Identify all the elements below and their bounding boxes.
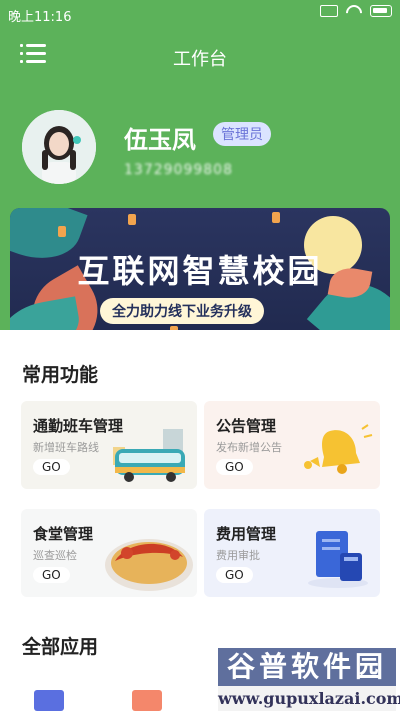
card-title: 费用管理 [216,525,277,543]
bus-icon [113,429,185,482]
section-title-all-apps: 全部应用 [22,636,99,658]
go-button[interactable]: GO [33,567,70,583]
status-bar: 晚上11:16 [0,0,400,28]
card-title: 食堂管理 [33,525,94,543]
app-icon[interactable] [34,690,64,711]
go-button[interactable]: GO [216,459,253,475]
bell-icon [304,424,373,474]
watermark-brand: 谷普软件园 [218,648,396,686]
wifi-icon [346,5,362,17]
lantern-icon [272,212,280,223]
card-subtitle: 费用审批 [216,549,260,562]
lantern-icon [128,214,136,225]
page-title: 工作台 [173,49,227,70]
role-badge: 管理员 [213,122,271,146]
watermark-url: www.gupuxlazai.com [218,686,400,711]
card-expense[interactable]: 费用管理 费用审批 GO [204,509,380,597]
card-title: 公告管理 [216,417,277,435]
go-button[interactable]: GO [33,459,70,475]
avatar[interactable] [22,110,96,184]
app-icon[interactable] [132,690,162,711]
card-canteen[interactable]: 食堂管理 巡查巡检 GO [21,509,197,597]
document-icon [308,531,368,588]
food-icon [105,539,193,591]
user-phone: 13729099808 [124,162,233,178]
card-commute-bus[interactable]: 通勤班车管理 新增班车路线 GO [21,401,197,489]
card-subtitle: 新增班车路线 [33,441,99,454]
card-subtitle: 发布新增公告 [216,441,282,454]
promo-banner[interactable]: 互联网智慧校园 全力助力线下业务升级 [10,208,390,340]
card-announcement[interactable]: 公告管理 发布新增公告 GO [204,401,380,489]
battery-icon [370,5,392,17]
go-button[interactable]: GO [216,567,253,583]
banner-subtitle: 全力助力线下业务升级 [100,298,264,324]
lantern-icon [58,226,66,237]
signal-icon [320,5,338,17]
status-time: 晚上11:16 [8,10,72,25]
banner-title: 互联网智慧校园 [77,252,323,290]
section-title-common: 常用功能 [22,364,99,386]
user-name: 伍玉凤 [124,126,196,154]
